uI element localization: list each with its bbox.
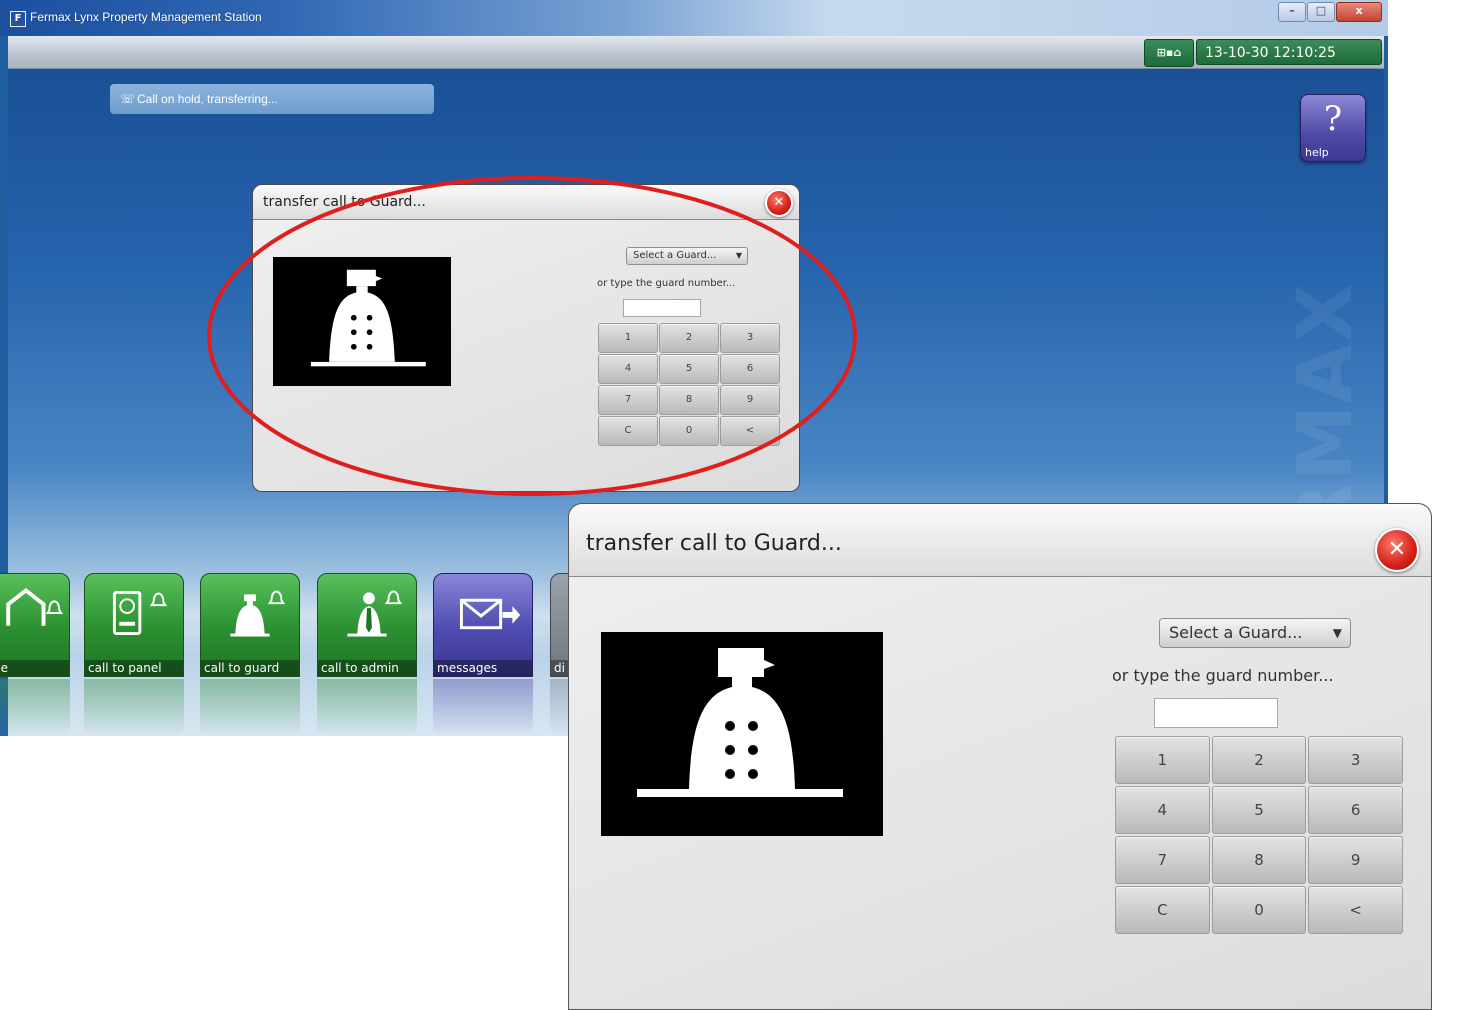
key-5[interactable]: 5 [659, 354, 719, 384]
key-8[interactable]: 8 [1211, 836, 1307, 884]
minimize-button[interactable]: – [1278, 2, 1306, 22]
dialog-header: transfer call to Guard... [253, 185, 799, 220]
tile-reflection [200, 679, 300, 736]
key-8[interactable]: 8 [659, 385, 719, 415]
guard-silhouette-icon [310, 269, 426, 367]
key-backspace[interactable]: < [720, 416, 780, 446]
call-status-bar: ☏ Call on hold, transferring... [110, 84, 434, 114]
question-mark-icon: ? [1323, 99, 1343, 139]
guard-number-input[interactable] [623, 299, 701, 317]
key-7[interactable]: 7 [1115, 836, 1210, 884]
key-backspace[interactable]: < [1308, 886, 1403, 934]
key-clear[interactable]: C [1115, 886, 1210, 934]
key-4[interactable]: 4 [1115, 786, 1210, 834]
key-2[interactable]: 2 [659, 323, 719, 353]
key-3[interactable]: 3 [1308, 736, 1403, 784]
key-7[interactable]: 7 [598, 385, 658, 415]
tile-reflection [0, 679, 70, 736]
guard-select-value: Select a Guard... [633, 250, 717, 261]
guard-image [273, 257, 451, 386]
guard-number-hint: or type the guard number... [597, 278, 736, 289]
tile-reflection [84, 679, 184, 736]
dropdown-arrow-icon: ▼ [1332, 626, 1342, 640]
key-3[interactable]: 3 [720, 323, 780, 353]
key-9[interactable]: 9 [1308, 836, 1403, 884]
title-bar[interactable]: F Fermax Lynx Property Management Statio… [0, 0, 1388, 36]
guard-number-hint: or type the guard number... [1112, 666, 1334, 685]
app-icon: F [10, 11, 26, 27]
tile-call-to-panel[interactable]: call to panel [84, 573, 184, 677]
transfer-dialog-zoomed: transfer call to Guard... ✕ Select a Gua… [568, 503, 1432, 1010]
tile-messages-label: messages [434, 660, 532, 676]
dialog-title: transfer call to Guard... [586, 531, 842, 556]
tile-home[interactable]: home [0, 573, 70, 677]
key-0[interactable]: 0 [1211, 886, 1307, 934]
maximize-button[interactable]: □ [1307, 2, 1335, 22]
tile-call-to-admin-label: call to admin [318, 660, 416, 676]
tile-reflection [317, 679, 417, 736]
key-1[interactable]: 1 [598, 323, 658, 353]
keypad: 1 2 3 4 5 6 7 8 9 C 0 < [1115, 736, 1403, 934]
dialog-close-button[interactable]: ✕ [1375, 528, 1419, 572]
dialog-header: transfer call to Guard... [569, 504, 1431, 577]
tile-reflection [433, 679, 533, 736]
key-9[interactable]: 9 [720, 385, 780, 415]
tile-call-to-guard[interactable]: call to guard [200, 573, 300, 677]
keypad: 1 2 3 4 5 6 7 8 9 C 0 < [598, 323, 780, 446]
datetime-display: 13-10-30 12:10:25 [1196, 39, 1382, 65]
dialog-close-button[interactable]: ✕ [765, 189, 793, 217]
key-0[interactable]: 0 [659, 416, 719, 446]
key-2[interactable]: 2 [1211, 736, 1307, 784]
key-4[interactable]: 4 [598, 354, 658, 384]
phone-transfer-icon: ☏ [120, 92, 136, 106]
tile-messages[interactable]: messages [433, 573, 533, 677]
tile-home-label: home [0, 660, 69, 676]
key-6[interactable]: 6 [1308, 786, 1403, 834]
key-1[interactable]: 1 [1115, 736, 1210, 784]
key-5[interactable]: 5 [1211, 786, 1307, 834]
tile-call-to-guard-label: call to guard [201, 660, 299, 676]
guard-select[interactable]: Select a Guard... ▼ [626, 247, 748, 265]
dialog-title: transfer call to Guard... [263, 194, 426, 210]
key-clear[interactable]: C [598, 416, 658, 446]
guard-select[interactable]: Select a Guard... ▼ [1159, 618, 1351, 648]
tile-call-to-panel-label: call to panel [85, 660, 183, 676]
guard-bell-icon [230, 590, 286, 637]
tile-call-to-admin[interactable]: call to admin [317, 573, 417, 677]
admin-bell-icon [347, 590, 403, 637]
guard-select-value: Select a Guard... [1169, 623, 1303, 642]
transfer-dialog: transfer call to Guard... ✕ Select a Gua… [252, 184, 800, 492]
window-controls: – □ x [1277, 2, 1382, 22]
home-bell-icon [6, 587, 63, 626]
guard-number-input[interactable] [1154, 698, 1278, 728]
close-window-button[interactable]: x [1336, 2, 1382, 22]
status-icons: ⊞▪⌂ [1144, 39, 1194, 67]
key-6[interactable]: 6 [720, 354, 780, 384]
dropdown-arrow-icon: ▼ [735, 251, 742, 260]
help-label: help [1305, 146, 1329, 159]
guard-image [601, 632, 883, 836]
guard-silhouette-icon [637, 648, 843, 797]
window-title: Fermax Lynx Property Management Station [30, 10, 262, 24]
help-button[interactable]: ? help [1300, 94, 1366, 162]
envelope-arrow-icon [459, 598, 521, 630]
panel-bell-icon [112, 590, 168, 636]
call-status-text: Call on hold, transferring... [137, 92, 278, 106]
